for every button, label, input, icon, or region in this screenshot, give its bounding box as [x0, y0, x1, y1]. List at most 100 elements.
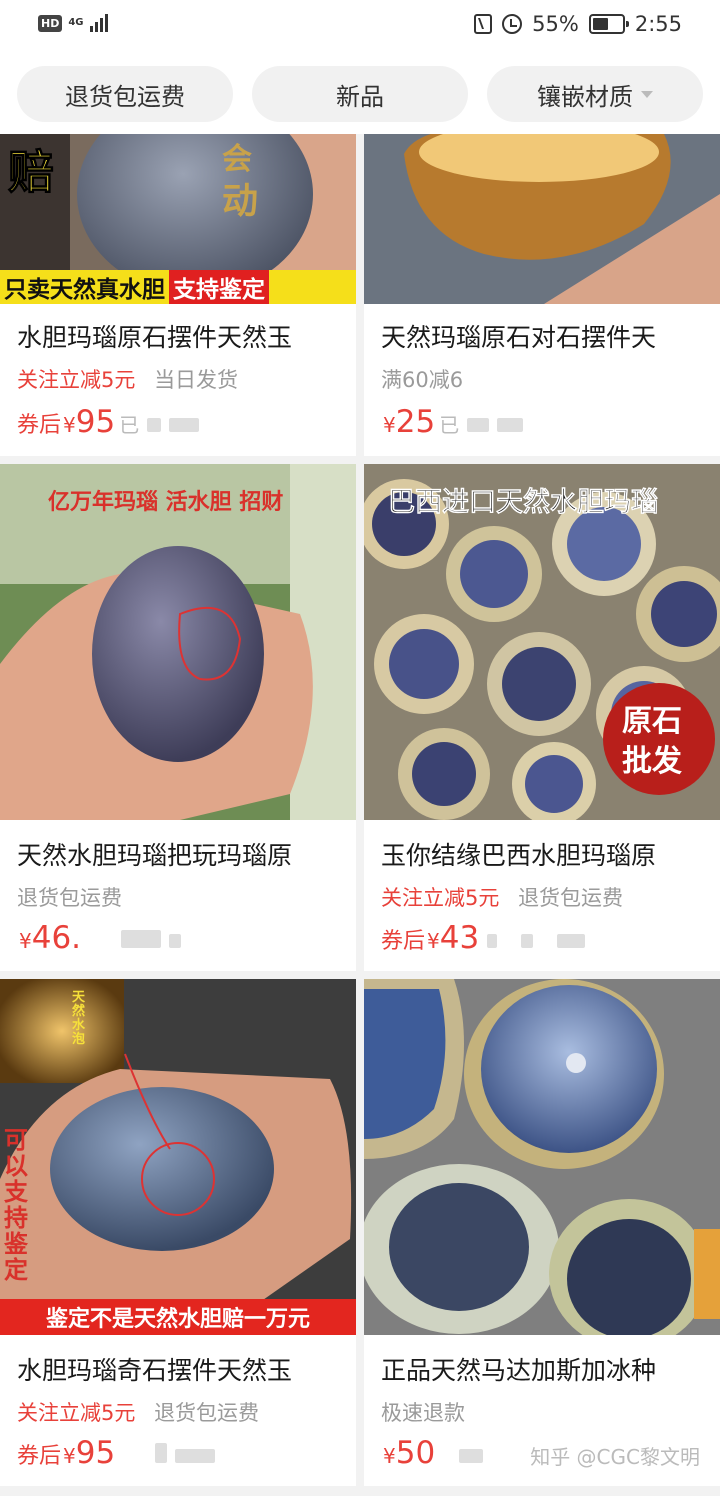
price-value: 46. [31, 920, 82, 956]
image-text: 动 [222, 181, 259, 222]
product-tags: 退货包运费 [17, 882, 122, 912]
filter-chip-material[interactable]: 镶嵌材质 [487, 66, 703, 122]
product-image[interactable]: 巴西进口天然水胆玛瑙 原石 批发 [364, 464, 720, 820]
product-price: 券后 ¥ 95 [17, 1435, 216, 1471]
product-image[interactable] [364, 134, 720, 304]
service-tag: 退货包运费 [518, 886, 624, 910]
product-title[interactable]: 水胆玛瑙奇石摆件天然玉 [17, 1351, 347, 1387]
price-value: 43 [439, 920, 480, 956]
promo-tag: 关注立减5元 [381, 886, 500, 910]
currency-symbol: ¥ [19, 929, 32, 953]
redacted-text [487, 934, 498, 948]
redacted-text [121, 930, 162, 948]
currency-symbol: ¥ [383, 413, 396, 437]
product-image[interactable]: 天然水泡 可以支持鉴定 鉴定不是天然水胆赔一万元 [0, 979, 356, 1335]
price-prefix: 券后 [381, 929, 426, 954]
product-price: 券后 ¥ 43 [381, 920, 586, 956]
product-price: ¥ 50 [381, 1435, 484, 1471]
currency-symbol: ¥ [63, 413, 76, 437]
image-banner: 鉴定不是天然水胆赔一万元 [0, 1299, 356, 1335]
redacted-text [459, 1449, 484, 1463]
image-text: 巴西进口天然水胆玛瑙 [388, 487, 659, 519]
redacted-text [147, 418, 162, 432]
battery-icon [588, 14, 629, 34]
price-value: 50 [395, 1435, 436, 1471]
price-prefix: 券后 [17, 413, 62, 438]
alarm-icon [502, 14, 523, 34]
nfc-icon [474, 14, 493, 34]
promo-tag: 关注立减5元 [17, 368, 136, 392]
image-text: 批发 [622, 744, 682, 779]
product-title[interactable]: 天然水胆玛瑙把玩玛瑙原 [17, 836, 347, 872]
filter-chip-label: 新品 [336, 82, 384, 111]
product-tags: 关注立减5元 当日发货 [17, 364, 238, 394]
image-text: 可以支持鉴定 [4, 1126, 28, 1284]
sales-label: 已 [119, 413, 140, 437]
image-text: 亿万年玛瑙 活水胆 招财 [48, 490, 284, 515]
product-tags: 关注立减5元 退货包运费 [17, 1397, 259, 1427]
product-card[interactable]: 亿万年玛瑙 活水胆 招财 天然水胆玛瑙把玩玛瑙原 退货包运费 ¥ 46. [0, 464, 356, 971]
service-tag: 当日发货 [154, 368, 239, 392]
product-title[interactable]: 玉你结缘巴西水胆玛瑙原 [381, 836, 711, 872]
status-bar: HD 4G 55% 2:55 [0, 0, 720, 56]
product-tags: 关注立减5元 退货包运费 [381, 882, 623, 912]
filter-chip-label: 镶嵌材质 [537, 82, 633, 111]
redacted-text [169, 934, 182, 948]
image-text: 原石 [622, 704, 682, 739]
clock: 2:55 [634, 12, 682, 36]
filter-chip-label: 退货包运费 [65, 82, 185, 111]
redacted-text [521, 934, 534, 948]
product-card[interactable]: 赔 会 动 只卖天然真水胆 支持鉴定 水胆玛瑙原石摆件天然玉 关注立减5元 当日… [0, 134, 356, 456]
signal-icon [89, 14, 108, 32]
price-value: 25 [395, 404, 436, 440]
product-card[interactable]: 正品天然马达加斯加冰种 极速退款 ¥ 50 知乎 @CGC黎文明 [364, 979, 720, 1486]
chevron-down-icon [641, 90, 653, 98]
product-price: ¥ 46. [17, 920, 182, 956]
service-tag: 退货包运费 [17, 886, 122, 910]
image-text: 赔 [8, 145, 55, 200]
promo-tag: 满60减6 [381, 368, 464, 392]
currency-symbol: ¥ [427, 929, 440, 953]
network-type: 4G [68, 17, 84, 28]
image-banner-highlight: 支持鉴定 [169, 270, 269, 304]
image-banner-text: 只卖天然真水胆 [4, 277, 165, 303]
price-value: 95 [75, 404, 116, 440]
product-title[interactable]: 正品天然马达加斯加冰种 [381, 1351, 711, 1387]
product-price: ¥ 25 已 [381, 404, 524, 440]
service-tag: 退货包运费 [154, 1401, 260, 1425]
product-image[interactable]: 亿万年玛瑙 活水胆 招财 [0, 464, 356, 820]
promo-tag: 关注立减5元 [17, 1401, 136, 1425]
battery-percent: 55% [532, 12, 579, 36]
product-tags: 满60减6 [381, 364, 463, 394]
currency-symbol: ¥ [383, 1444, 396, 1468]
product-card[interactable]: 巴西进口天然水胆玛瑙 原石 批发 玉你结缘巴西水胆玛瑙原 关注立减5元 退货包运… [364, 464, 720, 971]
filter-chip-new[interactable]: 新品 [252, 66, 468, 122]
currency-symbol: ¥ [63, 1444, 76, 1468]
redacted-text [467, 418, 490, 432]
redacted-text [155, 1443, 168, 1463]
image-banner: 只卖天然真水胆 支持鉴定 [0, 270, 356, 304]
hd-badge: HD [38, 14, 63, 32]
redacted-text [497, 418, 524, 432]
service-tag: 极速退款 [381, 1401, 465, 1425]
filter-bar: 退货包运费 新品 镶嵌材质 [0, 56, 720, 134]
product-card[interactable]: 天然玛瑙原石对石摆件天 满60减6 ¥ 25 已 [364, 134, 720, 456]
price-value: 95 [75, 1435, 116, 1471]
product-title[interactable]: 水胆玛瑙原石摆件天然玉 [17, 318, 347, 354]
redacted-text [557, 934, 586, 948]
product-image[interactable]: 赔 会 动 只卖天然真水胆 支持鉴定 [0, 134, 356, 304]
redacted-text [169, 418, 200, 432]
redacted-text [175, 1449, 216, 1463]
sales-label: 已 [439, 413, 460, 437]
price-prefix: 券后 [17, 1444, 62, 1469]
product-image[interactable] [364, 979, 720, 1335]
product-card[interactable]: 天然水泡 可以支持鉴定 鉴定不是天然水胆赔一万元 水胆玛瑙奇石摆件天然玉 关注立… [0, 979, 356, 1486]
watermark: 知乎 @CGC黎文明 [530, 1445, 700, 1469]
image-banner-text: 鉴定不是天然水胆赔一万元 [45, 1307, 310, 1332]
status-left: HD 4G [38, 14, 108, 32]
product-title[interactable]: 天然玛瑙原石对石摆件天 [381, 318, 711, 354]
image-text: 天然水泡 [72, 990, 86, 1047]
product-price: 券后 ¥ 95 已 [17, 404, 200, 440]
filter-chip-return-shipping[interactable]: 退货包运费 [17, 66, 233, 122]
status-right: 55% 2:55 [474, 12, 682, 36]
